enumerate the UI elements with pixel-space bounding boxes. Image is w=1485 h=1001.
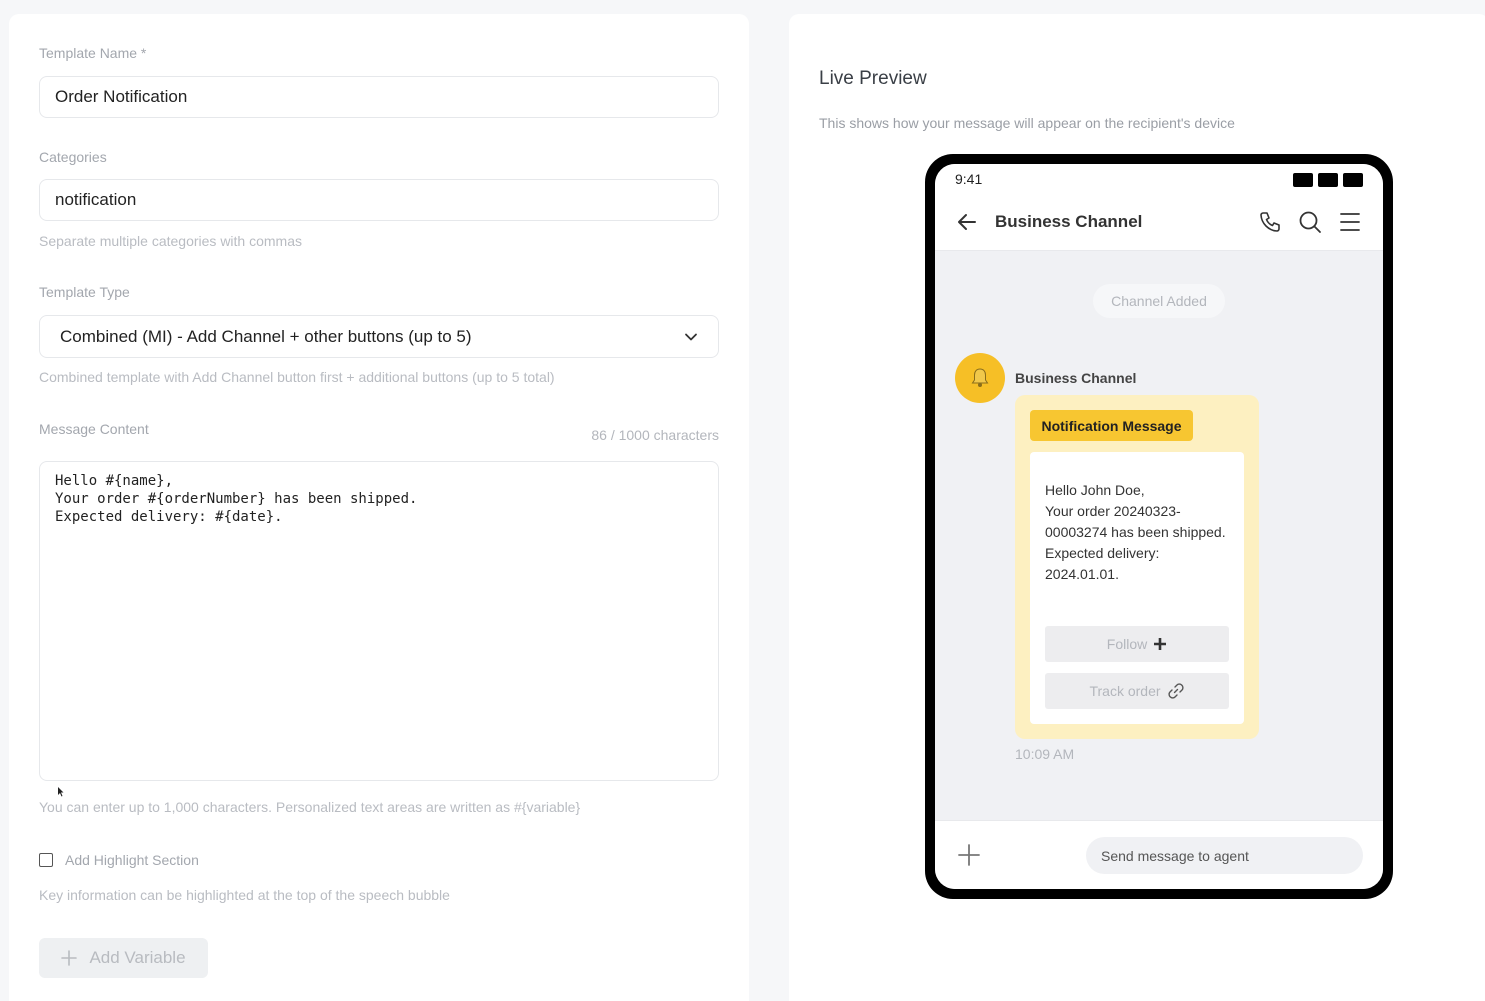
highlight-helper: Key information can be highlighted at th… [39, 887, 450, 903]
highlight-checkbox[interactable] [39, 853, 53, 867]
categories-input[interactable]: notification [39, 179, 719, 221]
plus-icon [61, 950, 78, 966]
channel-added-notice: Channel Added [1093, 284, 1225, 318]
message-card: Hello John Doe, Your order 20240323-0000… [1030, 452, 1244, 724]
categories-label: Categories [39, 149, 107, 165]
status-time: 9:41 [955, 171, 983, 187]
notification-tag: Notification Message [1030, 410, 1193, 441]
bell-icon [971, 368, 989, 387]
live-preview-subtitle: This shows how your message will appear … [819, 115, 1235, 131]
link-icon [1167, 683, 1184, 699]
message-input-bar: Send message to agent [935, 820, 1383, 889]
status-bar: 9:41 [935, 164, 1383, 194]
message-content-helper: You can enter up to 1,000 characters. Pe… [39, 799, 581, 815]
menu-icon[interactable] [1338, 210, 1362, 234]
message-content-textarea[interactable]: Hello #{name}, Your order #{orderNumber}… [39, 461, 719, 781]
plus-icon [1154, 638, 1167, 650]
chevron-down-icon [685, 333, 697, 340]
back-arrow-icon[interactable] [955, 210, 979, 234]
wifi-icon [1318, 173, 1338, 187]
follow-button-label: Follow [1106, 636, 1148, 652]
message-bubble: Notification Message Hello John Doe, You… [1015, 395, 1259, 739]
channel-avatar [955, 353, 1005, 403]
status-icons [1293, 173, 1363, 187]
mouse-cursor-icon [58, 787, 64, 797]
chat-header: Business Channel [935, 194, 1383, 251]
template-type-label: Template Type [39, 284, 130, 300]
template-form-panel: Template Name * Order Notification Categ… [9, 14, 749, 1001]
follow-button[interactable]: Follow [1045, 626, 1229, 662]
message-body: Hello John Doe, Your order 20240323-0000… [1045, 482, 1226, 582]
search-icon[interactable] [1298, 210, 1322, 234]
template-name-label: Template Name * [39, 45, 147, 61]
phone-frame: 9:41 Business Channel Channel Added Busi… [925, 154, 1393, 899]
highlight-section-toggle[interactable]: Add Highlight Section [39, 852, 199, 868]
signal-icon [1293, 173, 1313, 187]
track-order-button[interactable]: Track order [1045, 673, 1229, 709]
sender-name: Business Channel [1015, 370, 1137, 386]
template-type-helper: Combined template with Add Channel butto… [39, 369, 555, 385]
template-type-value: Combined (MI) - Add Channel + other butt… [60, 326, 472, 346]
battery-icon [1343, 173, 1363, 187]
character-count: 86 / 1000 characters [591, 427, 719, 443]
message-timestamp: 10:09 AM [1015, 746, 1075, 762]
message-input[interactable]: Send message to agent [1086, 837, 1363, 874]
chat-header-title: Business Channel [995, 212, 1143, 231]
highlight-label: Add Highlight Section [65, 852, 199, 868]
categories-helper: Separate multiple categories with commas [39, 233, 303, 249]
phone-call-icon[interactable] [1258, 210, 1282, 234]
add-variable-label: Add Variable [89, 948, 186, 967]
template-name-input[interactable]: Order Notification [39, 76, 719, 118]
template-type-select[interactable]: Combined (MI) - Add Channel + other butt… [39, 315, 719, 358]
message-text: Hello John Doe, Your order 20240323-0000… [1045, 480, 1229, 585]
message-content-label: Message Content [39, 421, 149, 437]
live-preview-title: Live Preview [819, 68, 927, 89]
add-variable-button[interactable]: Add Variable [39, 938, 208, 978]
phone-screen: 9:41 Business Channel Channel Added Busi… [935, 164, 1383, 889]
attach-plus-icon[interactable] [958, 844, 980, 866]
track-order-button-label: Track order [1089, 683, 1161, 699]
